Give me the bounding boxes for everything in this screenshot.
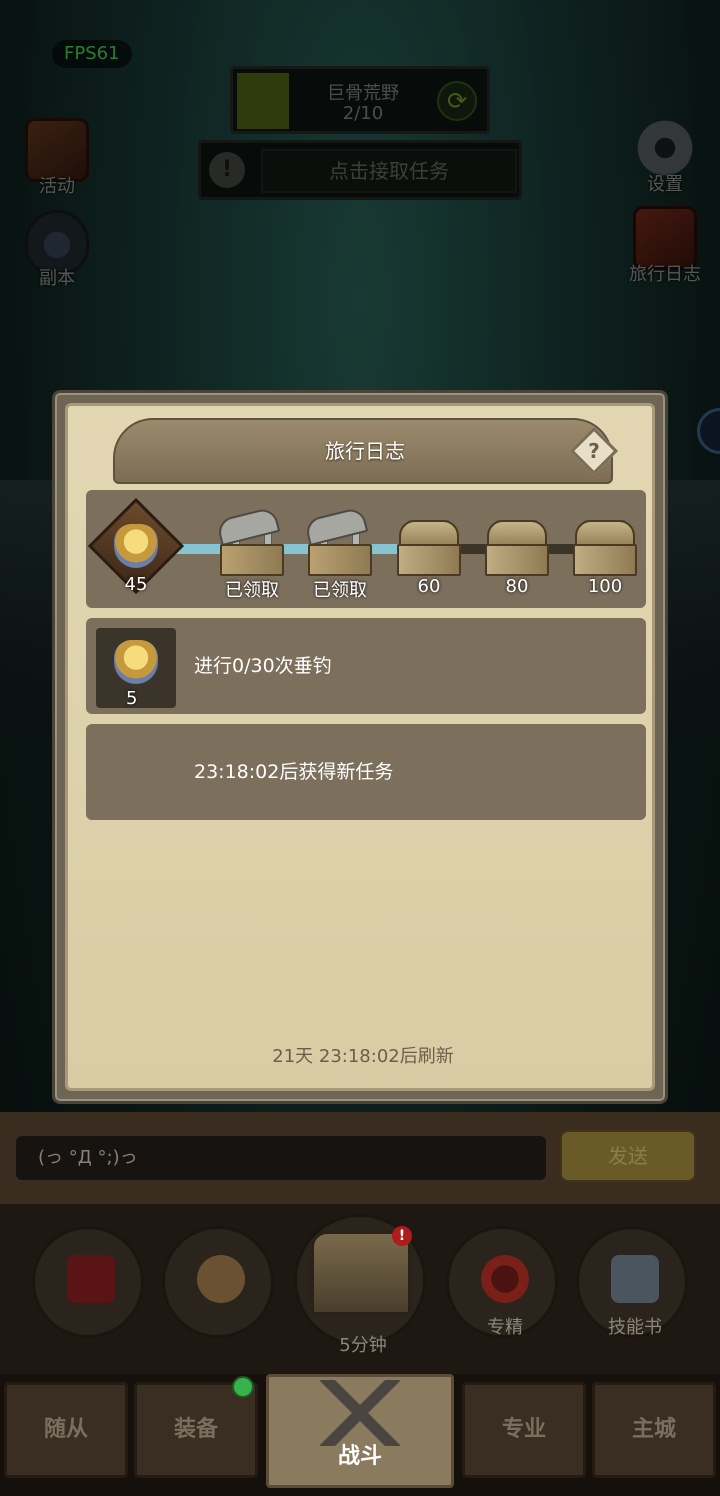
skill-book-label: 技能书 xyxy=(608,1317,662,1338)
chest-body xyxy=(485,544,549,576)
next-task-timer: 23:18:02后获得新任务 xyxy=(194,761,394,783)
modal-title: 旅行日志 xyxy=(325,439,405,463)
modal-header: 旅行日志 ? xyxy=(113,418,619,484)
specialization-label: 专精 xyxy=(487,1317,523,1338)
skill-book-button[interactable]: 技能书 xyxy=(576,1226,688,1338)
milestone-chest[interactable] xyxy=(303,506,372,578)
notification-dot xyxy=(232,1376,254,1398)
refresh-countdown: 21天 23:18:02后刷新 xyxy=(272,1046,454,1067)
task-row[interactable]: 5 进行0/30次垂钓 xyxy=(86,618,646,714)
level-value: 45 xyxy=(124,574,148,595)
tab-profession[interactable]: 专业 xyxy=(462,1382,586,1478)
chest-alert-badge: ! xyxy=(392,1226,412,1246)
send-button[interactable]: 发送 xyxy=(560,1130,696,1182)
milestone-label: 已领取 xyxy=(225,580,279,601)
task-description: 进行0/30次垂钓 xyxy=(194,655,332,677)
task-reward-thumb: 5 xyxy=(96,628,176,709)
book-icon xyxy=(611,1255,659,1303)
reward-track-panel: 45 已领取 已领取 60 80 100 xyxy=(86,490,646,608)
next-task-row: 23:18:02后获得新任务 xyxy=(86,724,646,820)
potion-button[interactable] xyxy=(32,1226,144,1338)
chest-timer: 5分钟 xyxy=(339,1335,387,1356)
milestone-chest[interactable] xyxy=(573,520,637,578)
task-reward-count: 5 xyxy=(126,688,138,709)
chest-body xyxy=(397,544,461,576)
chest-lid xyxy=(575,520,635,546)
tab-main-city[interactable]: 主城 xyxy=(592,1382,716,1478)
modal-body: 旅行日志 ? 45 已领取 已领取 60 80 100 5 进行0/30次垂钓 23:1… xyxy=(65,403,655,1091)
milestone-chest[interactable] xyxy=(485,520,549,578)
helmet-icon xyxy=(114,524,158,568)
question-icon: ? xyxy=(588,439,600,463)
milestone-label: 80 xyxy=(505,576,529,597)
specialization-icon xyxy=(481,1255,529,1303)
milestone-label: 已领取 xyxy=(313,580,367,601)
milestone-label: 100 xyxy=(587,576,623,597)
specialization-button[interactable]: 专精 xyxy=(446,1226,558,1338)
chat-input[interactable]: (っ °Д °;)っ xyxy=(16,1136,546,1180)
milestone-label: 60 xyxy=(417,576,441,597)
tab-followers[interactable]: 随从 xyxy=(4,1382,128,1478)
chest-lid xyxy=(399,520,459,546)
bread-icon xyxy=(197,1255,245,1303)
food-button[interactable] xyxy=(162,1226,274,1338)
milestone-chest[interactable] xyxy=(215,506,284,578)
travel-log-modal: 旅行日志 ? 45 已领取 已领取 60 80 100 5 进行0/30次垂钓 23:1… xyxy=(52,390,668,1104)
helmet-icon xyxy=(114,640,158,684)
milestone-chest[interactable] xyxy=(397,520,461,578)
chest-body xyxy=(308,544,372,576)
chest-lid xyxy=(487,520,547,546)
chest-body xyxy=(573,544,637,576)
potion-icon xyxy=(67,1255,115,1303)
crossed-swords-icon xyxy=(320,1380,400,1446)
chest-body xyxy=(220,544,284,576)
